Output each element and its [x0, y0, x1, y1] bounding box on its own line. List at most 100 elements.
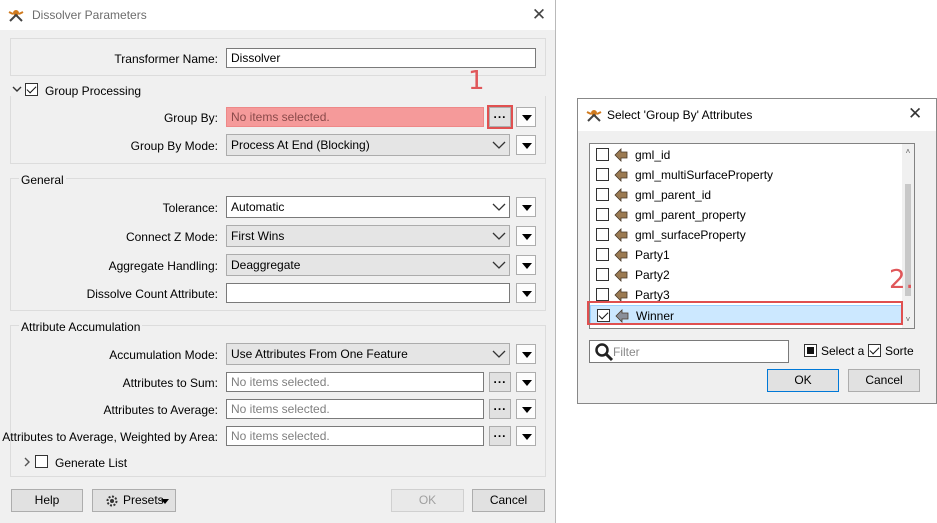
- select-cancel-button[interactable]: Cancel: [848, 369, 920, 392]
- connect-z-mode-select[interactable]: First Wins: [226, 225, 510, 247]
- attribute-checkbox[interactable]: [596, 188, 609, 201]
- attribute-checkbox[interactable]: [596, 288, 609, 301]
- attribute-arrow-icon: [614, 208, 628, 222]
- list-item[interactable]: gml_parent_id: [590, 185, 904, 205]
- select-ok-button[interactable]: OK: [767, 369, 839, 392]
- attribute-name: gml_multiSurfaceProperty: [635, 168, 774, 182]
- select-all-checkbox[interactable]: [804, 344, 817, 357]
- attributes-weighted-menu-button[interactable]: [516, 426, 536, 446]
- scroll-up-icon[interactable]: ˄: [904, 148, 912, 156]
- dissolve-count-field[interactable]: [226, 283, 510, 303]
- aggregate-handling-menu-button[interactable]: [516, 255, 536, 275]
- attributes-weighted-label: Attributes to Average, Weighted by Area:: [2, 430, 218, 444]
- attributes-to-sum-browse-button[interactable]: ...: [489, 372, 511, 392]
- chevron-right-icon[interactable]: [22, 456, 32, 468]
- annotation-step-1: 1: [468, 66, 485, 96]
- list-item[interactable]: gml_parent_property: [590, 205, 904, 225]
- cancel-button[interactable]: Cancel: [472, 489, 545, 512]
- list-scrollbar[interactable]: ˄ ˅: [902, 144, 914, 328]
- filter-input[interactable]: Filter: [589, 340, 789, 363]
- accumulation-mode-select[interactable]: Use Attributes From One Feature: [226, 343, 510, 365]
- group-by-mode-select[interactable]: Process At End (Blocking): [226, 134, 510, 156]
- attribute-checkbox[interactable]: [596, 268, 609, 281]
- attribute-name: Party1: [635, 248, 670, 262]
- ok-button[interactable]: OK: [391, 489, 464, 512]
- attribute-checkbox[interactable]: [596, 248, 609, 261]
- list-item[interactable]: gml_surfaceProperty: [590, 225, 904, 245]
- attributes-weighted-browse-button[interactable]: ...: [489, 426, 511, 446]
- group-by-mode-menu-button[interactable]: [516, 135, 536, 155]
- chevron-down-icon: [492, 232, 506, 240]
- help-button[interactable]: Help: [11, 489, 83, 512]
- attribute-arrow-icon: [614, 248, 628, 262]
- chevron-down-icon: [492, 203, 506, 211]
- generate-list-checkbox[interactable]: [35, 455, 48, 468]
- tolerance-value: Automatic: [231, 200, 285, 214]
- fme-transformer-icon: [586, 110, 602, 122]
- attributes-weighted-field[interactable]: No items selected.: [226, 426, 484, 446]
- search-icon: [595, 343, 614, 362]
- list-item[interactable]: Party2: [590, 265, 904, 285]
- transformer-name-label: Transformer Name:: [114, 52, 218, 66]
- group-by-field[interactable]: No items selected.: [226, 107, 484, 127]
- transformer-name-field[interactable]: Dissolver: [226, 48, 536, 68]
- sorted-label: Sorte: [885, 344, 914, 358]
- accumulation-mode-value: Use Attributes From One Feature: [231, 347, 408, 361]
- tolerance-menu-button[interactable]: [516, 197, 536, 217]
- chevron-down-icon[interactable]: [12, 84, 22, 94]
- attribute-arrow-icon: [614, 148, 628, 162]
- group-processing-checkbox[interactable]: [25, 83, 38, 96]
- attributes-to-average-menu-button[interactable]: [516, 399, 536, 419]
- sorted-checkbox[interactable]: [868, 344, 881, 357]
- accumulation-mode-menu-button[interactable]: [516, 344, 536, 364]
- connect-z-mode-menu-button[interactable]: [516, 226, 536, 246]
- general-title: General: [19, 173, 66, 187]
- attributes-to-average-browse-button[interactable]: ...: [489, 399, 511, 419]
- fme-transformer-icon: [8, 10, 24, 22]
- attribute-name: gml_parent_property: [635, 208, 746, 222]
- aggregate-handling-value: Deaggregate: [231, 258, 301, 272]
- attribute-accumulation-title: Attribute Accumulation: [19, 320, 143, 334]
- highlight-box-1: [487, 105, 513, 129]
- presets-label: Presets: [123, 493, 164, 507]
- attribute-checkbox[interactable]: [596, 228, 609, 241]
- presets-button[interactable]: Presets: [92, 489, 176, 512]
- group-by-mode-value: Process At End (Blocking): [231, 138, 370, 152]
- list-item[interactable]: gml_multiSurfaceProperty: [590, 165, 904, 185]
- attributes-to-average-field[interactable]: No items selected.: [226, 399, 484, 419]
- select-title-bar: Select 'Group By' Attributes ✕: [578, 99, 936, 131]
- dissolve-count-menu-button[interactable]: [516, 283, 536, 303]
- chevron-down-icon: [492, 261, 506, 269]
- group-processing-label: Group Processing: [45, 84, 142, 98]
- close-icon[interactable]: ✕: [908, 104, 922, 124]
- attribute-arrow-icon: [614, 188, 628, 202]
- close-icon[interactable]: ✕: [528, 4, 550, 26]
- filter-placeholder: Filter: [613, 345, 640, 359]
- group-by-label: Group By:: [163, 111, 218, 125]
- chevron-down-icon: [492, 141, 506, 149]
- caret-down-icon: [161, 499, 169, 504]
- attributes-to-sum-menu-button[interactable]: [516, 372, 536, 392]
- attribute-name: gml_parent_id: [635, 188, 712, 202]
- group-by-mode-label: Group By Mode:: [130, 139, 218, 153]
- scroll-down-icon[interactable]: ˅: [904, 316, 912, 324]
- attributes-to-sum-field[interactable]: No items selected.: [226, 372, 484, 392]
- list-item[interactable]: gml_id: [590, 145, 904, 165]
- attribute-arrow-icon: [614, 228, 628, 242]
- attribute-name: Party3: [635, 288, 670, 302]
- group-by-menu-button[interactable]: [516, 107, 536, 127]
- dialog-title: Dissolver Parameters: [32, 8, 147, 22]
- list-item[interactable]: Party1: [590, 245, 904, 265]
- annotation-step-2: 2.: [889, 265, 914, 295]
- attribute-arrow-icon: [614, 268, 628, 282]
- aggregate-handling-select[interactable]: Deaggregate: [226, 254, 510, 276]
- attribute-checkbox[interactable]: [596, 168, 609, 181]
- attribute-arrow-icon: [614, 168, 628, 182]
- attribute-checkbox[interactable]: [596, 148, 609, 161]
- dissolve-count-label: Dissolve Count Attribute:: [86, 287, 218, 301]
- gear-icon: [106, 495, 118, 507]
- title-bar: Dissolver Parameters ✕: [0, 0, 555, 30]
- attribute-checkbox[interactable]: [596, 208, 609, 221]
- tolerance-select[interactable]: Automatic: [226, 196, 510, 218]
- select-group-by-dialog: Select 'Group By' Attributes ✕ gml_idgml…: [577, 98, 937, 404]
